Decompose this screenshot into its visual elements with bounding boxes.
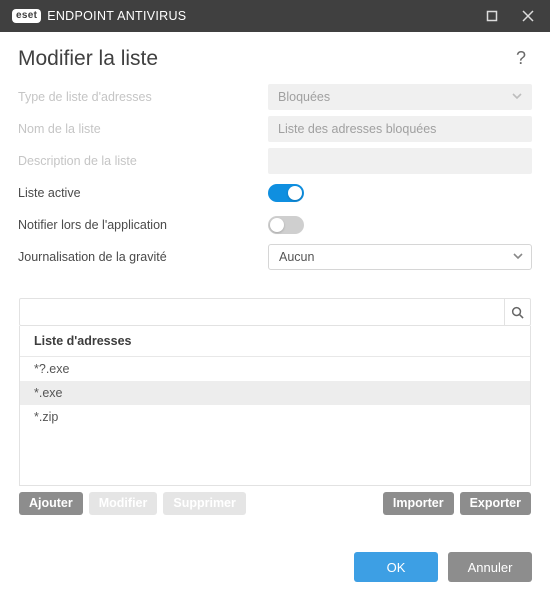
add-button[interactable]: Ajouter — [19, 492, 83, 515]
ok-button[interactable]: OK — [354, 552, 438, 582]
chevron-down-icon — [513, 250, 523, 264]
label-notify: Notifier lors de l'application — [18, 212, 268, 238]
address-list-panel: Liste d'adresses *?.exe *.exe *.zip Ajou… — [18, 297, 532, 516]
row-list-active: Liste active — [18, 177, 532, 209]
toggle-knob — [288, 186, 302, 200]
delete-button: Supprimer — [163, 492, 246, 515]
heading-row: Modifier la liste ? — [18, 46, 532, 71]
label-address-list-type: Type de liste d'adresses — [18, 84, 268, 110]
row-severity: Journalisation de la gravité Aucun — [18, 241, 532, 273]
search-button[interactable] — [504, 299, 530, 325]
search-input[interactable] — [20, 299, 504, 325]
cancel-button[interactable]: Annuler — [448, 552, 532, 582]
value-address-list-type: Bloquées — [278, 90, 330, 104]
label-list-active: Liste active — [18, 180, 268, 206]
select-severity-value: Aucun — [279, 250, 314, 264]
toggle-list-active[interactable] — [268, 184, 304, 202]
import-button[interactable]: Importer — [383, 492, 454, 515]
window-maximize-button[interactable] — [474, 0, 510, 32]
field-list-name: Liste des adresses bloquées — [268, 116, 532, 142]
list-item[interactable]: *?.exe — [20, 357, 530, 381]
label-list-name: Nom de la liste — [18, 116, 268, 142]
field-address-list-type: Bloquées — [268, 84, 532, 110]
select-severity[interactable]: Aucun — [268, 244, 532, 270]
brand: eset ENDPOINT ANTIVIRUS — [12, 9, 186, 23]
export-button[interactable]: Exporter — [460, 492, 531, 515]
close-icon — [522, 10, 534, 22]
window-close-button[interactable] — [510, 0, 546, 32]
product-name: ENDPOINT ANTIVIRUS — [47, 9, 186, 23]
row-list-description: Description de la liste — [18, 145, 532, 177]
chevron-down-icon — [512, 90, 522, 104]
content: Modifier la liste ? Type de liste d'adre… — [0, 32, 550, 600]
dialog-footer: OK Annuler — [18, 538, 532, 600]
titlebar: eset ENDPOINT ANTIVIRUS — [0, 0, 550, 32]
toggle-knob — [270, 218, 284, 232]
address-list[interactable]: Liste d'adresses *?.exe *.exe *.zip — [19, 326, 531, 486]
row-notify: Notifier lors de l'application — [18, 209, 532, 241]
list-actions: Ajouter Modifier Supprimer Importer Expo… — [19, 492, 531, 515]
help-button[interactable]: ? — [510, 46, 532, 71]
list-item[interactable]: *.exe — [20, 381, 530, 405]
row-address-list-type: Type de liste d'adresses Bloquées — [18, 81, 532, 113]
help-icon: ? — [516, 48, 526, 68]
edit-button: Modifier — [89, 492, 158, 515]
address-list-header: Liste d'adresses — [20, 326, 530, 357]
field-list-description — [268, 148, 532, 174]
search-row — [19, 298, 531, 326]
value-list-name: Liste des adresses bloquées — [278, 122, 436, 136]
search-icon — [511, 306, 524, 319]
list-item[interactable]: *.zip — [20, 405, 530, 429]
label-severity: Journalisation de la gravité — [18, 244, 268, 270]
label-list-description: Description de la liste — [18, 148, 268, 174]
brand-badge: eset — [12, 9, 41, 23]
page-title: Modifier la liste — [18, 47, 158, 71]
toggle-notify[interactable] — [268, 216, 304, 234]
maximize-icon — [486, 10, 498, 22]
row-list-name: Nom de la liste Liste des adresses bloqu… — [18, 113, 532, 145]
